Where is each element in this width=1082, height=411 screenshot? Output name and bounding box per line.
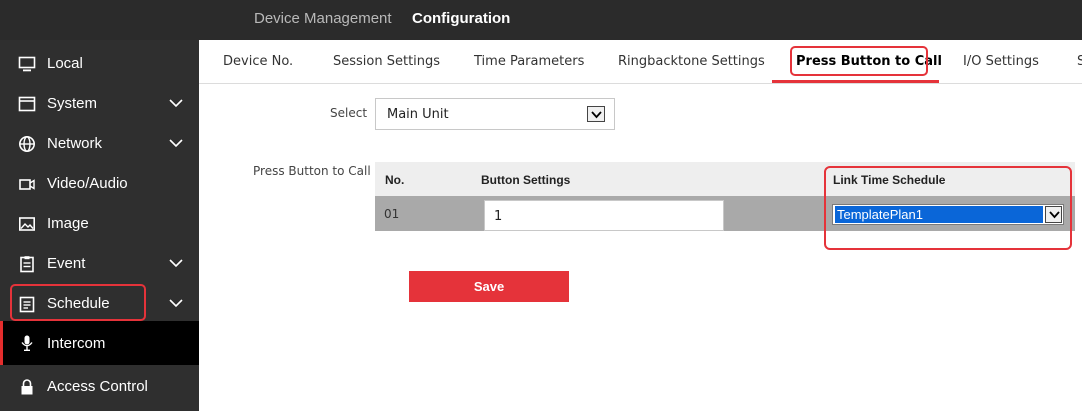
system-window-icon xyxy=(18,96,36,112)
sidebar-item-label: Local xyxy=(47,55,83,72)
select-label: Select xyxy=(330,106,368,120)
config-tab-bar: Device No. Session Settings Time Paramet… xyxy=(199,40,1082,84)
sidebar-item-image[interactable]: Image xyxy=(0,204,199,244)
intercom-highlight-outline xyxy=(10,284,146,321)
active-tab-underline xyxy=(772,80,939,83)
sidebar-item-label: Event xyxy=(47,255,86,272)
microphone-icon xyxy=(21,335,33,351)
nav-configuration[interactable]: Configuration xyxy=(412,10,510,27)
column-header-button-settings: Button Settings xyxy=(481,173,571,187)
clipboard-icon xyxy=(20,256,34,273)
tab-ringbacktone-settings[interactable]: Ringbacktone Settings xyxy=(618,54,765,69)
tab-device-no[interactable]: Device No. xyxy=(223,54,293,69)
globe-icon xyxy=(19,136,35,152)
sidebar-item-label: Image xyxy=(47,215,89,232)
image-icon xyxy=(18,217,35,231)
schedule-highlight-outline xyxy=(824,166,1072,250)
chevron-down-icon[interactable] xyxy=(169,298,183,308)
top-navigation-bar: Device Management Configuration xyxy=(0,0,1082,40)
active-tab-highlight-outline xyxy=(790,46,928,76)
sidebar-item-system[interactable]: System xyxy=(0,84,199,124)
monitor-icon xyxy=(18,56,36,72)
tab-truncated[interactable]: S xyxy=(1077,54,1082,69)
save-button[interactable]: Save xyxy=(409,271,569,302)
sidebar-item-local[interactable]: Local xyxy=(0,44,199,84)
sidebar-item-event[interactable]: Event xyxy=(0,244,199,284)
button-settings-value: 1 xyxy=(494,209,503,224)
sidebar-item-label: Intercom xyxy=(47,335,106,352)
chevron-down-icon[interactable] xyxy=(587,106,605,122)
tab-session-settings[interactable]: Session Settings xyxy=(333,54,440,69)
sidebar-item-label: Access Control xyxy=(47,378,148,395)
button-settings-input[interactable]: 1 xyxy=(484,200,724,231)
sidebar-item-access-control[interactable]: Access Control xyxy=(0,367,199,407)
chevron-down-icon[interactable] xyxy=(169,258,183,268)
sidebar-item-video-audio[interactable]: Video/Audio xyxy=(0,164,199,204)
column-header-no: No. xyxy=(385,173,405,187)
sidebar-item-intercom[interactable]: Intercom xyxy=(0,321,199,365)
lock-icon xyxy=(21,379,33,395)
chevron-down-icon[interactable] xyxy=(169,98,183,108)
tab-io-settings[interactable]: I/O Settings xyxy=(963,54,1039,69)
chevron-down-icon[interactable] xyxy=(169,138,183,148)
sidebar: Local System Network Video/Audio Image E… xyxy=(0,40,199,411)
video-camera-icon xyxy=(19,179,35,190)
row-number: 01 xyxy=(384,207,400,221)
unit-select-value: Main Unit xyxy=(387,107,449,122)
sidebar-item-network[interactable]: Network xyxy=(0,124,199,164)
sidebar-item-label: Network xyxy=(47,135,103,152)
sidebar-item-label: Video/Audio xyxy=(47,175,128,192)
sidebar-item-label: System xyxy=(47,95,98,112)
tab-time-parameters[interactable]: Time Parameters xyxy=(474,54,584,69)
unit-select[interactable]: Main Unit xyxy=(375,98,615,130)
nav-device-management[interactable]: Device Management xyxy=(254,10,392,27)
section-label: Press Button to Call xyxy=(253,164,371,178)
